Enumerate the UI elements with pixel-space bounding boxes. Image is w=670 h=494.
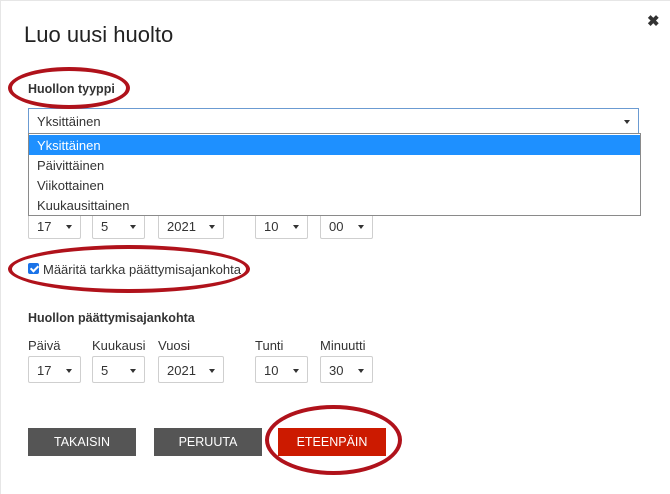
dialog-top-border bbox=[0, 0, 670, 1]
dialog-left-border bbox=[0, 0, 1, 494]
type-option-kuukausittainen[interactable]: Kuukausittainen bbox=[29, 195, 640, 215]
back-button[interactable]: TAKAISIN bbox=[28, 428, 136, 456]
type-option-paivittainen[interactable]: Päivittäinen bbox=[29, 155, 640, 175]
end-year-select[interactable]: 2021 bbox=[158, 356, 224, 383]
annotation-oval-next-button bbox=[265, 405, 402, 475]
annotation-oval-checkbox bbox=[8, 245, 250, 293]
end-day-label: Päivä bbox=[28, 338, 61, 353]
end-hour-select[interactable]: 10 bbox=[255, 356, 308, 383]
end-hour-label: Tunti bbox=[255, 338, 284, 353]
chevron-down-icon bbox=[66, 369, 72, 373]
end-day-select[interactable]: 17 bbox=[28, 356, 81, 383]
chevron-down-icon bbox=[358, 225, 364, 229]
type-select-value: Yksittäinen bbox=[37, 114, 101, 129]
type-select[interactable]: Yksittäinen bbox=[28, 108, 639, 134]
chevron-down-icon bbox=[209, 369, 215, 373]
chevron-down-icon bbox=[358, 369, 364, 373]
type-dropdown-list: Yksittäinen Päivittäinen Viikottainen Ku… bbox=[28, 133, 641, 216]
start-day-select[interactable]: 17 bbox=[28, 212, 81, 239]
dialog-title: Luo uusi huolto bbox=[24, 22, 174, 47]
chevron-down-icon bbox=[130, 369, 136, 373]
chevron-down-icon bbox=[293, 225, 299, 229]
type-option-viikottainen[interactable]: Viikottainen bbox=[29, 175, 640, 195]
chevron-down-icon bbox=[293, 369, 299, 373]
start-month-select[interactable]: 5 bbox=[92, 212, 145, 239]
chevron-down-icon bbox=[130, 225, 136, 229]
end-section-title: Huollon päättymisajankohta bbox=[28, 311, 195, 325]
end-minute-select[interactable]: 30 bbox=[320, 356, 373, 383]
annotation-oval-type-label bbox=[8, 67, 130, 109]
end-year-label: Vuosi bbox=[158, 338, 191, 353]
start-year-select[interactable]: 2021 bbox=[158, 212, 224, 239]
start-minute-select[interactable]: 00 bbox=[320, 212, 373, 239]
start-hour-select[interactable]: 10 bbox=[255, 212, 308, 239]
cancel-button[interactable]: PERUUTA bbox=[154, 428, 262, 456]
type-option-yksittainen[interactable]: Yksittäinen bbox=[29, 135, 640, 155]
close-icon[interactable]: ✖ bbox=[647, 12, 660, 30]
end-month-label: Kuukausi bbox=[92, 338, 146, 353]
chevron-down-icon bbox=[624, 120, 630, 124]
chevron-down-icon bbox=[66, 225, 72, 229]
end-month-select[interactable]: 5 bbox=[92, 356, 145, 383]
chevron-down-icon bbox=[209, 225, 215, 229]
end-minute-label: Minuutti bbox=[320, 338, 366, 353]
